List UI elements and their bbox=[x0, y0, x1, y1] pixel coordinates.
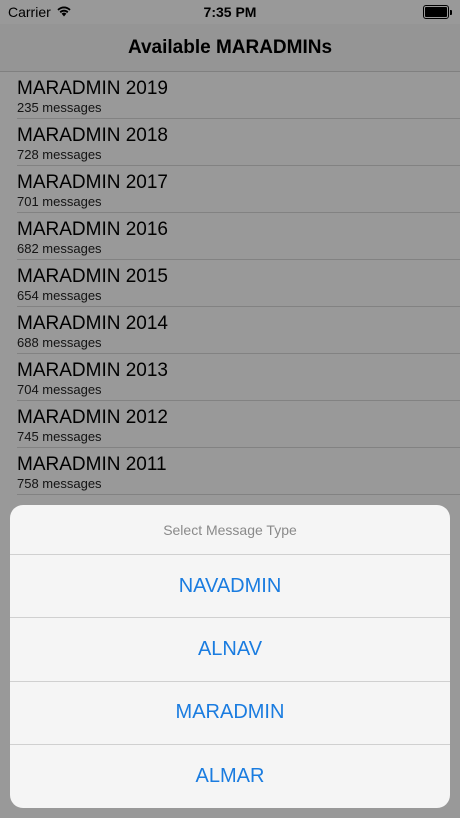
option-alnav-button[interactable]: ALNAV bbox=[10, 618, 450, 682]
option-maradmin-button[interactable]: MARADMIN bbox=[10, 682, 450, 745]
option-almar-button[interactable]: ALMAR bbox=[10, 745, 450, 808]
action-sheet-title: Select Message Type bbox=[10, 505, 450, 555]
action-sheet: Select Message Type NAVADMIN ALNAV MARAD… bbox=[10, 505, 450, 808]
option-navadmin-button[interactable]: NAVADMIN bbox=[10, 555, 450, 619]
